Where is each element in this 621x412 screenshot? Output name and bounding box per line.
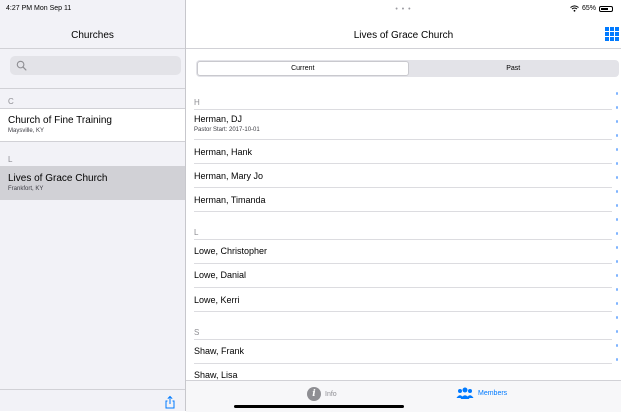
tab-members[interactable]: Members <box>456 387 507 399</box>
member-subtitle: Pastor Start: 2017-10-01 <box>194 127 260 133</box>
sidebar: 4:27 PM Mon Sep 11 Churches C Church of … <box>0 0 185 411</box>
section-index-bar[interactable] <box>616 92 620 372</box>
grid-menu-icon[interactable] <box>605 27 619 41</box>
member-row[interactable]: Shaw, Frank <box>194 346 244 356</box>
section-header-l: L <box>8 155 13 164</box>
divider <box>194 163 612 164</box>
detail-title: Lives of Grace Church <box>353 30 454 41</box>
divider <box>194 109 612 110</box>
toolbar-divider <box>0 389 185 390</box>
tab-info[interactable]: i Info <box>307 387 337 401</box>
member-row[interactable]: Herman, Hank <box>194 147 252 157</box>
tab-members-label: Members <box>478 389 508 397</box>
section-header-h: H <box>194 98 200 107</box>
tab-info-label: Info <box>325 390 337 398</box>
church-location: Maysville, KY <box>8 128 45 134</box>
segment-current[interactable]: Current <box>197 61 409 76</box>
member-row[interactable]: Lowe, Christopher <box>194 246 267 256</box>
church-name: Church of Fine Training <box>8 115 112 126</box>
home-indicator <box>234 405 404 408</box>
divider <box>194 263 612 264</box>
member-row[interactable]: Lowe, Danial <box>194 270 246 280</box>
divider <box>194 187 612 188</box>
divider <box>194 363 612 364</box>
detail-nav-divider <box>186 48 621 49</box>
section-header-l: L <box>194 228 199 237</box>
church-name: Lives of Grace Church <box>8 173 108 184</box>
divider <box>194 211 612 212</box>
status-time-date: 4:27 PM Mon Sep 11 <box>6 5 72 12</box>
church-item-church-of-fine-training[interactable]: Church of Fine Training Maysville, KY <box>0 109 185 141</box>
members-icon <box>456 387 474 399</box>
battery-percent: 65% <box>581 5 596 12</box>
multitasking-dots[interactable]: • • • <box>186 6 621 13</box>
divider <box>194 287 612 288</box>
share-icon[interactable] <box>163 395 177 409</box>
member-row[interactable]: Lowe, Kerri <box>194 295 240 305</box>
divider <box>0 141 185 142</box>
member-row[interactable]: Herman, Mary Jo <box>194 171 263 181</box>
member-row[interactable]: Shaw, Lisa <box>194 370 238 380</box>
detail-pane: • • • 65% Lives of Grace Church Current … <box>186 0 621 412</box>
section-header-c: C <box>8 97 14 106</box>
divider <box>194 139 612 140</box>
section-header-s: S <box>194 328 200 337</box>
search-icon <box>16 60 27 71</box>
divider <box>194 339 612 340</box>
divider <box>0 88 185 89</box>
member-row[interactable]: Herman, Timanda <box>194 195 266 205</box>
current-past-segmented-control[interactable]: Current Past <box>196 60 619 77</box>
church-item-lives-of-grace-church[interactable]: Lives of Grace Church Frankfort, KY <box>0 167 185 199</box>
divider <box>0 199 185 200</box>
status-indicators: 65% <box>570 5 613 12</box>
search-field[interactable] <box>10 56 181 75</box>
member-row[interactable]: Herman, DJ <box>194 114 242 124</box>
divider <box>194 239 612 240</box>
wifi-icon <box>570 5 579 12</box>
battery-icon <box>599 5 613 12</box>
divider <box>194 311 612 312</box>
info-icon: i <box>307 387 321 401</box>
sidebar-title: Churches <box>71 30 114 41</box>
sidebar-nav-divider <box>0 48 185 49</box>
church-location: Frankfort, KY <box>8 186 44 192</box>
segment-past[interactable]: Past <box>409 61 619 76</box>
